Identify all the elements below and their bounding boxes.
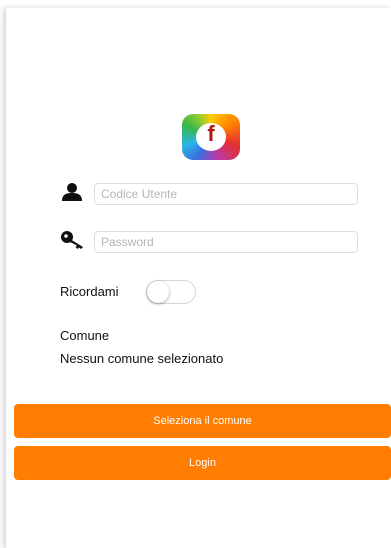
login-button[interactable]: Login (14, 446, 391, 480)
select-comune-button[interactable]: Seleziona il comune (14, 404, 391, 438)
remember-me-toggle[interactable] (146, 280, 196, 304)
user-code-input[interactable] (94, 183, 358, 205)
comune-value: Nessun comune selezionato (60, 351, 224, 366)
app-logo: f (182, 114, 240, 160)
user-icon (62, 183, 82, 201)
comune-heading: Comune (60, 328, 110, 343)
remember-me-label: Ricordami (60, 284, 119, 299)
password-input[interactable] (94, 231, 358, 253)
login-screen: f Ricordami Comune Nessun comune selezio… (6, 8, 391, 548)
key-icon (61, 231, 83, 249)
toggle-knob (147, 281, 169, 303)
